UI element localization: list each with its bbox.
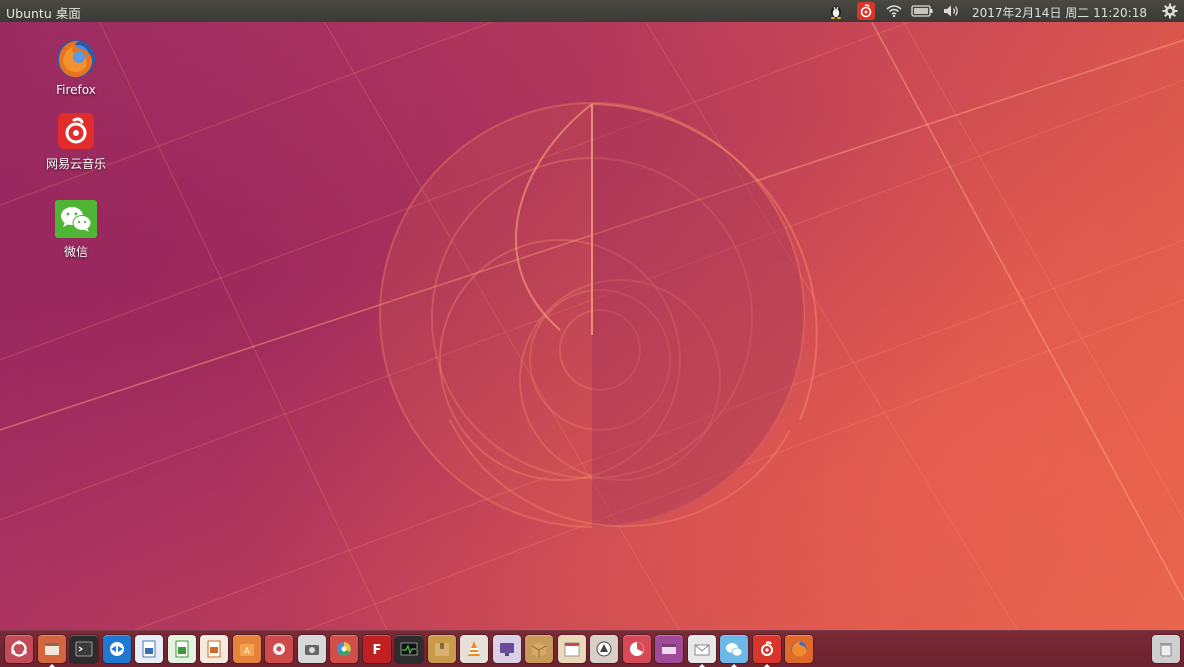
desktop-icon-label: Firefox xyxy=(56,83,96,97)
disk-usage-icon xyxy=(630,642,644,656)
clock[interactable]: 2017年2月14日 周二 11:20:18 xyxy=(972,4,1147,21)
netease-music-icon xyxy=(761,641,773,656)
launcher-item-terminal[interactable] xyxy=(70,635,98,663)
launcher-item-system-settings[interactable] xyxy=(265,635,293,663)
system-settings-icon xyxy=(273,643,285,655)
launcher-item-libreoffice-calc[interactable] xyxy=(168,635,196,663)
archive-manager-icon xyxy=(435,643,449,656)
chromium-icon xyxy=(337,642,351,656)
desktop-icon-netease-music[interactable]: 网易云音乐 xyxy=(31,110,121,172)
calendar-icon xyxy=(564,642,580,657)
mail-icon xyxy=(694,644,710,656)
launcher: AF xyxy=(0,630,1184,667)
launcher-item-archive-manager[interactable] xyxy=(428,635,456,663)
launcher-item-software-updater[interactable] xyxy=(590,635,618,663)
launcher-item-vlc[interactable] xyxy=(460,635,488,663)
launcher-item-software-center[interactable]: A xyxy=(233,635,261,663)
launcher-item-files[interactable] xyxy=(38,635,66,663)
launcher-item-system-monitor[interactable] xyxy=(395,635,423,663)
system-monitor-icon xyxy=(400,642,418,656)
libreoffice-writer-icon xyxy=(142,640,156,658)
firefox-icon xyxy=(791,641,807,657)
teamviewer-icon xyxy=(110,642,124,656)
launcher-item-trash[interactable] xyxy=(1152,635,1180,663)
launcher-item-remote-desktop[interactable] xyxy=(493,635,521,663)
netease-music-icon xyxy=(55,110,97,152)
remote-desktop-icon xyxy=(500,643,514,656)
workspace-switcher-icon xyxy=(662,644,676,654)
launcher-item-libreoffice-impress[interactable] xyxy=(200,635,228,663)
libreoffice-impress-icon xyxy=(207,640,221,658)
desktop-icon-firefox[interactable]: Firefox xyxy=(31,38,121,97)
ubuntu-dash-icon xyxy=(11,640,27,657)
vlc-icon xyxy=(468,641,480,656)
top-panel: Ubuntu 桌面 2017年2月14日 周二 11:20:18 xyxy=(0,0,1184,22)
package-installer-icon xyxy=(531,642,547,657)
panel-title: Ubuntu 桌面 xyxy=(6,6,81,21)
software-center-icon: A xyxy=(240,644,254,657)
launcher-item-package-installer[interactable] xyxy=(525,635,553,663)
desktop-icon-label: 微信 xyxy=(63,245,88,259)
launcher-item-workspace-switcher[interactable] xyxy=(655,635,683,663)
software-updater-icon xyxy=(596,641,612,657)
trash-icon xyxy=(1160,643,1172,657)
launcher-item-teamviewer[interactable] xyxy=(103,635,131,663)
desktop-icon-wechat[interactable]: 微信 xyxy=(31,198,121,260)
volume-icon[interactable] xyxy=(941,0,963,22)
desktop-wallpaper xyxy=(0,0,1184,666)
launcher-item-filezilla[interactable]: F xyxy=(363,635,391,663)
svg-text:F: F xyxy=(373,643,382,658)
launcher-item-chromium[interactable] xyxy=(330,635,358,663)
wechat-icon xyxy=(726,643,743,657)
desktop-icon-label: 网易云音乐 xyxy=(45,157,106,171)
penguin-icon[interactable] xyxy=(826,0,846,22)
wechat-icon xyxy=(55,198,97,240)
netease-music-icon[interactable] xyxy=(856,0,876,22)
launcher-item-netease-music[interactable] xyxy=(753,635,781,663)
launcher-item-mail[interactable] xyxy=(688,635,716,663)
launcher-item-disk-usage[interactable] xyxy=(623,635,651,663)
terminal-icon xyxy=(75,641,93,657)
gear-icon[interactable] xyxy=(1159,0,1181,22)
launcher-item-libreoffice-writer[interactable] xyxy=(135,635,163,663)
launcher-item-wechat[interactable] xyxy=(720,635,748,663)
launcher-item-calendar[interactable] xyxy=(558,635,586,663)
firefox-icon xyxy=(55,38,97,80)
launcher-item-firefox[interactable] xyxy=(785,635,813,663)
launcher-item-ubuntu-dash[interactable] xyxy=(5,635,33,663)
svg-text:A: A xyxy=(244,647,251,657)
launcher-item-screenshot[interactable] xyxy=(298,635,326,663)
libreoffice-calc-icon xyxy=(175,640,189,658)
filezilla-icon: F xyxy=(373,643,382,658)
battery-icon[interactable] xyxy=(910,0,934,22)
screenshot-icon xyxy=(305,645,319,655)
wifi-icon[interactable] xyxy=(884,0,904,22)
files-icon xyxy=(45,643,59,655)
